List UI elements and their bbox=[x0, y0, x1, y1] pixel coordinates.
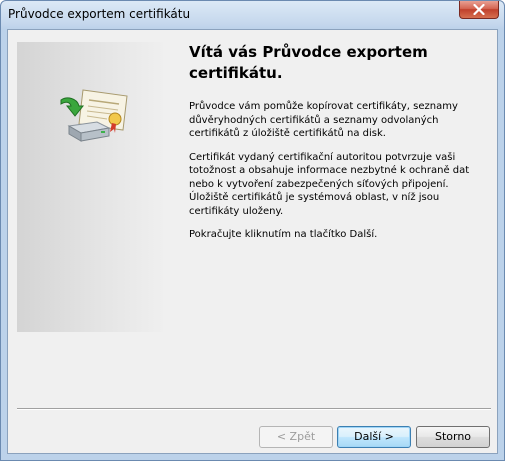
wizard-client-area: Vítá vás Průvodce exportem certifikátu. … bbox=[7, 29, 498, 454]
certificate-info-paragraph: Certifikát vydaný certifikační autoritou… bbox=[189, 151, 470, 217]
window-title: Průvodce exportem certifikátu bbox=[8, 7, 191, 21]
title-bar[interactable]: Průvodce exportem certifikátu bbox=[1, 1, 504, 29]
wizard-window: Průvodce exportem certifikátu Vítá vás P… bbox=[0, 0, 505, 461]
wizard-heading: Vítá vás Průvodce exportem certifikátu. bbox=[189, 43, 428, 82]
button-divider bbox=[17, 408, 491, 410]
next-button[interactable]: Další > bbox=[337, 426, 411, 448]
close-button[interactable] bbox=[459, 1, 499, 19]
cancel-button[interactable]: Storno bbox=[416, 426, 490, 448]
close-icon bbox=[473, 4, 485, 15]
continue-instruction: Pokračujte kliknutím na tlačítko Další. bbox=[189, 229, 378, 240]
back-button[interactable]: < Zpět bbox=[259, 426, 333, 448]
intro-paragraph: Průvodce vám pomůže kopírovat certifikát… bbox=[189, 101, 458, 139]
certificate-export-icon bbox=[60, 89, 128, 142]
wizard-content: Vítá vás Průvodce exportem certifikátu. … bbox=[189, 42, 479, 242]
side-panel bbox=[17, 42, 163, 332]
